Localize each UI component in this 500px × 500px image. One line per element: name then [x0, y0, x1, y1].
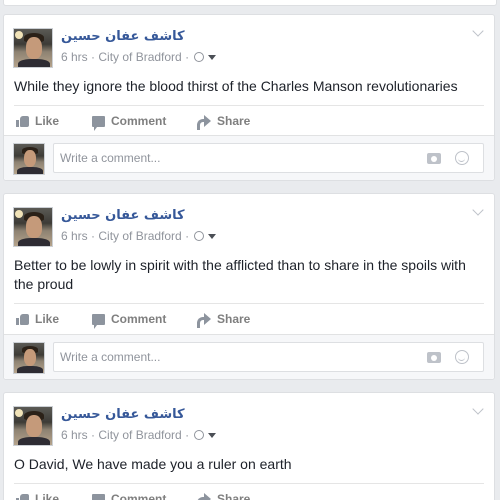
- meta-separator: ·: [181, 428, 193, 442]
- feed-post: كاشف عفان حسين 6 hrs · City of Bradford …: [3, 392, 495, 500]
- caret-down-icon[interactable]: [208, 55, 217, 60]
- meta-separator: ·: [87, 229, 99, 243]
- chevron-down-icon[interactable]: [472, 206, 484, 218]
- speech-bubble-icon: [92, 313, 105, 329]
- feed-post: كاشف عفان حسين 6 hrs · City of Bradford …: [3, 193, 495, 380]
- post-time[interactable]: 6 hrs: [61, 428, 88, 442]
- author-name[interactable]: كاشف عفان حسين: [61, 208, 185, 223]
- post-meta: 6 hrs · City of Bradford ·: [61, 428, 217, 442]
- feed-post: كاشف عفان حسين 6 hrs · City of Bradford …: [3, 14, 495, 181]
- share-arrow-icon: [197, 115, 211, 130]
- smiley-icon[interactable]: [455, 350, 469, 364]
- comment-label: Comment: [111, 492, 167, 500]
- comment-input-box: [53, 143, 484, 173]
- post-text: Better to be lowly in spirit with the af…: [14, 257, 466, 292]
- share-label: Share: [217, 492, 251, 500]
- comment-input-box: [53, 342, 484, 372]
- meta-separator: ·: [181, 229, 193, 243]
- like-button[interactable]: Like: [16, 114, 59, 128]
- commenter-avatar: [13, 342, 45, 374]
- chevron-down-icon[interactable]: [472, 27, 484, 39]
- author-name[interactable]: كاشف عفان حسين: [61, 407, 185, 422]
- post-header: كاشف عفان حسين 6 hrs · City of Bradford …: [13, 28, 473, 68]
- author-avatar[interactable]: [13, 207, 53, 247]
- comment-label: Comment: [111, 312, 167, 326]
- share-label: Share: [217, 312, 251, 326]
- comment-button[interactable]: Comment: [92, 114, 167, 131]
- camera-icon[interactable]: [427, 153, 441, 164]
- post-location[interactable]: City of Bradford: [98, 229, 181, 243]
- post-meta: 6 hrs · City of Bradford ·: [61, 229, 217, 243]
- comment-composer: [4, 334, 494, 379]
- speech-bubble-icon: [92, 115, 105, 131]
- share-arrow-icon: [197, 313, 211, 328]
- post-actions: Like Comment Share: [14, 303, 484, 335]
- like-label: Like: [35, 492, 60, 500]
- post-text: O David, We have made you a ruler on ear…: [14, 456, 292, 472]
- author-avatar[interactable]: [13, 406, 53, 446]
- share-button[interactable]: Share: [197, 114, 251, 130]
- like-label: Like: [35, 114, 60, 128]
- post-time[interactable]: 6 hrs: [61, 229, 88, 243]
- caret-down-icon[interactable]: [208, 234, 217, 239]
- comment-label: Comment: [111, 114, 167, 128]
- post-actions: Like Comment Share: [14, 483, 484, 500]
- share-button[interactable]: Share: [197, 312, 251, 328]
- post-actions: Like Comment Share: [14, 105, 484, 137]
- like-button[interactable]: Like: [16, 492, 59, 500]
- post-time[interactable]: 6 hrs: [61, 50, 88, 64]
- comment-button[interactable]: Comment: [92, 492, 166, 500]
- smiley-icon[interactable]: [455, 151, 469, 165]
- meta-separator: ·: [181, 50, 193, 64]
- author-name[interactable]: كاشف عفان حسين: [61, 29, 185, 44]
- post-text: While they ignore the blood thirst of th…: [14, 78, 458, 94]
- chevron-down-icon[interactable]: [472, 405, 484, 417]
- share-label: Share: [217, 114, 251, 128]
- comment-button[interactable]: Comment: [92, 312, 167, 329]
- share-arrow-icon: [197, 493, 211, 500]
- globe-icon: [194, 231, 205, 241]
- post-meta: 6 hrs · City of Bradford ·: [61, 50, 217, 64]
- post-header: كاشف عفان حسين 6 hrs · City of Bradford …: [13, 207, 473, 247]
- thumbs-up-icon: [16, 313, 29, 325]
- globe-icon: [194, 430, 205, 440]
- comment-input[interactable]: [54, 144, 414, 172]
- previous-post-bottom: [3, 0, 497, 6]
- thumbs-up-icon: [16, 493, 29, 500]
- comment-input[interactable]: [54, 343, 414, 371]
- commenter-avatar: [13, 143, 45, 175]
- camera-icon[interactable]: [427, 352, 441, 363]
- post-location[interactable]: City of Bradford: [98, 50, 181, 64]
- meta-separator: ·: [87, 50, 99, 64]
- speech-bubble-icon: [92, 493, 105, 500]
- thumbs-up-icon: [16, 115, 29, 127]
- like-button[interactable]: Like: [16, 312, 59, 326]
- caret-down-icon[interactable]: [208, 433, 217, 438]
- comment-composer: [4, 135, 494, 180]
- globe-icon: [194, 52, 205, 62]
- meta-separator: ·: [87, 428, 99, 442]
- author-avatar[interactable]: [13, 28, 53, 68]
- like-label: Like: [35, 312, 60, 326]
- post-header: كاشف عفان حسين 6 hrs · City of Bradford …: [13, 406, 473, 446]
- post-location[interactable]: City of Bradford: [98, 428, 181, 442]
- share-button[interactable]: Share: [197, 492, 250, 500]
